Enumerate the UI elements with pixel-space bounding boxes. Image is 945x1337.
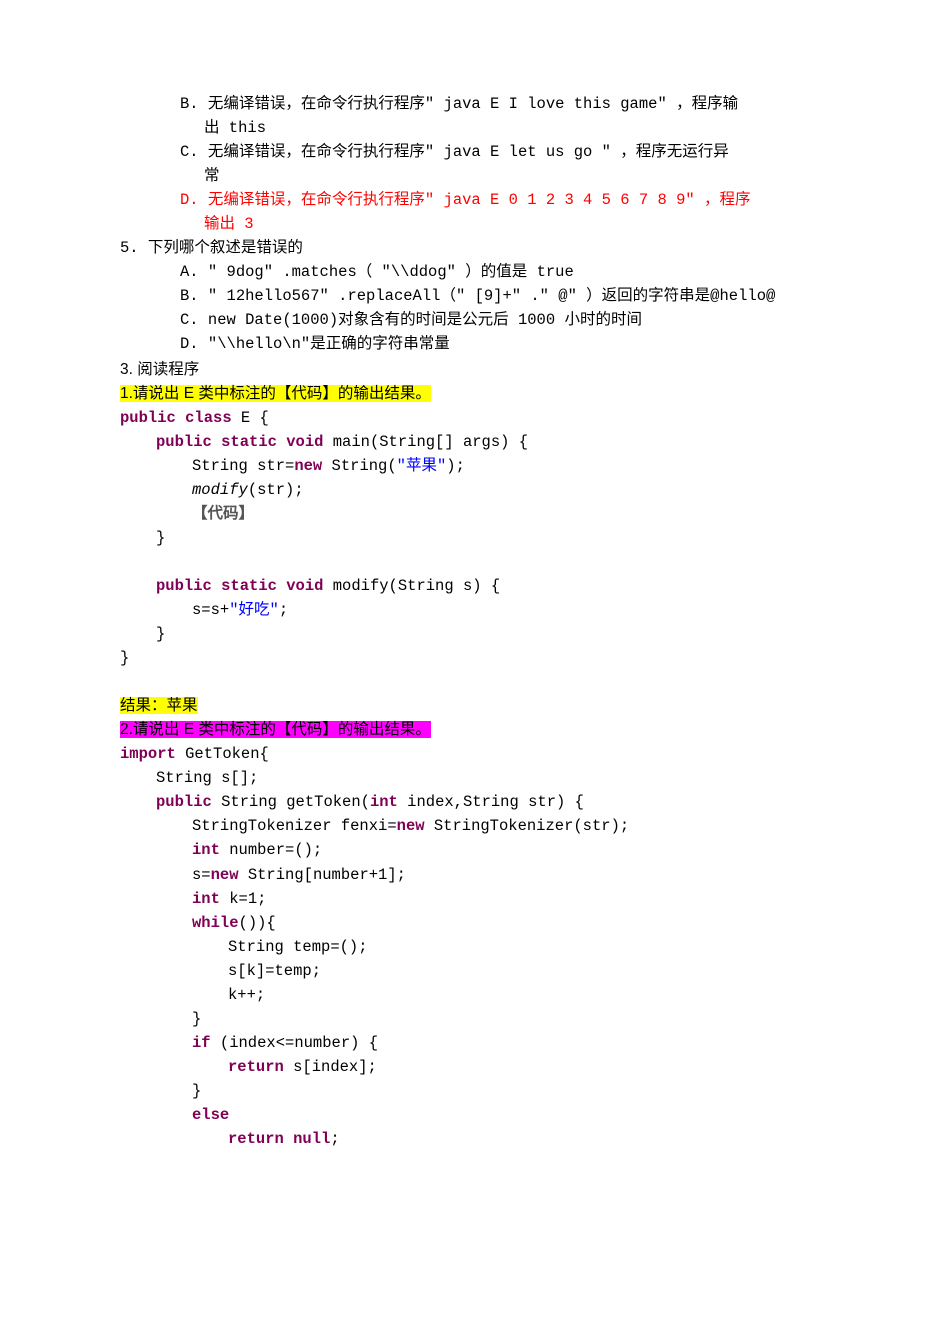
code-line: import GetToken{ [120,742,825,766]
blank-line [120,670,825,694]
result-1: 结果：苹果 [120,694,825,718]
opt-text: " 9dog" .matches（ "\\ddog" ）的值是 true [208,263,574,281]
opt-text: 无编译错误，在命令行执行程序" java E let us go " ，程序无运… [208,143,729,161]
opt-label: C. [180,311,199,329]
code-line: s=s+"好吃"; [120,598,825,622]
code-line: public static void main(String[] args) { [120,430,825,454]
code-line: while()){ [120,911,825,935]
opt-label: D. [180,191,199,209]
q4-option-b: B. 无编译错误，在命令行执行程序" java E I love this ga… [120,92,825,116]
q4-option-b-cont: 出 this [120,116,825,140]
code-line: StringTokenizer fenxi=new StringTokenize… [120,814,825,838]
code-line: if (index<=number) { [120,1031,825,1055]
code-line: String temp=(); [120,935,825,959]
q4-option-c-cont: 常 [120,164,825,188]
code-line: } [120,526,825,550]
code-line: public static void modify(String s) { [120,574,825,598]
q5-option-b: B. " 12hello567" .replaceAll（" [9]+" ." … [120,284,825,308]
opt-label: D. [180,335,199,353]
code-block-1: public class E { public static void main… [120,406,825,670]
problem-1-heading: 1.请说出 E 类中标注的【代码】的输出结果。 [120,382,825,406]
q5-stem: 5. 下列哪个叙述是错误的 [120,236,825,260]
code-line: public String getToken(int index,String … [120,790,825,814]
q5-option-c: C. new Date(1000)对象含有的时间是公元后 1000 小时的时间 [120,308,825,332]
code-line: int k=1; [120,887,825,911]
q4-option-c: C. 无编译错误，在命令行执行程序" java E let us go " ，程… [120,140,825,164]
highlight-yellow: 1.请说出 E 类中标注的【代码】的输出结果。 [120,385,431,402]
opt-text: " 12hello567" .replaceAll（" [9]+" ." @" … [208,287,775,305]
q5-option-a: A. " 9dog" .matches（ "\\ddog" ）的值是 true [120,260,825,284]
problem-2-heading: 2.请说出 E 类中标注的【代码】的输出结果。 [120,718,825,742]
opt-label: B. [180,95,199,113]
code-line: else [120,1103,825,1127]
opt-text: new Date(1000)对象含有的时间是公元后 1000 小时的时间 [208,311,642,329]
code-line: s=new String[number+1]; [120,863,825,887]
opt-label: A. [180,263,199,281]
code-line: k++; [120,983,825,1007]
opt-label: C. [180,143,199,161]
code-line: } [120,1007,825,1031]
code-line: return s[index]; [120,1055,825,1079]
opt-text: "\\hello\n"是正确的字符串常量 [208,335,450,353]
highlight-pink: 2.请说出 E 类中标注的【代码】的输出结果。 [120,721,431,738]
q5-num: 5. [120,239,139,257]
section-3-heading: 3. 阅读程序 [120,358,825,382]
q4-option-d: D. 无编译错误，在命令行执行程序" java E 0 1 2 3 4 5 6 … [120,188,825,212]
opt-text: 无编译错误，在命令行执行程序" java E I love this game"… [208,95,738,113]
highlight-yellow: 结果：苹果 [120,697,198,714]
code-line: } [120,646,825,670]
code-line: public class E { [120,406,825,430]
code-marker: 【代码】 [120,502,825,526]
code-line: String str=new String("苹果"); [120,454,825,478]
page: B. 无编译错误，在命令行执行程序" java E I love this ga… [0,0,945,1337]
code-line: String s[]; [120,766,825,790]
opt-text: 无编译错误，在命令行执行程序" java E 0 1 2 3 4 5 6 7 8… [208,191,751,209]
code-block-2: import GetToken{ String s[]; public Stri… [120,742,825,1150]
code-line: s[k]=temp; [120,959,825,983]
code-line: } [120,1079,825,1103]
blank-line [120,550,825,574]
code-line: int number=(); [120,838,825,862]
code-line: } [120,622,825,646]
q4-option-d-cont: 输出 3 [120,212,825,236]
q5-option-d: D. "\\hello\n"是正确的字符串常量 [120,332,825,356]
opt-label: B. [180,287,199,305]
code-line: return null; [120,1127,825,1151]
q5-text: 下列哪个叙述是错误的 [148,239,303,257]
code-line: modify(str); [120,478,825,502]
